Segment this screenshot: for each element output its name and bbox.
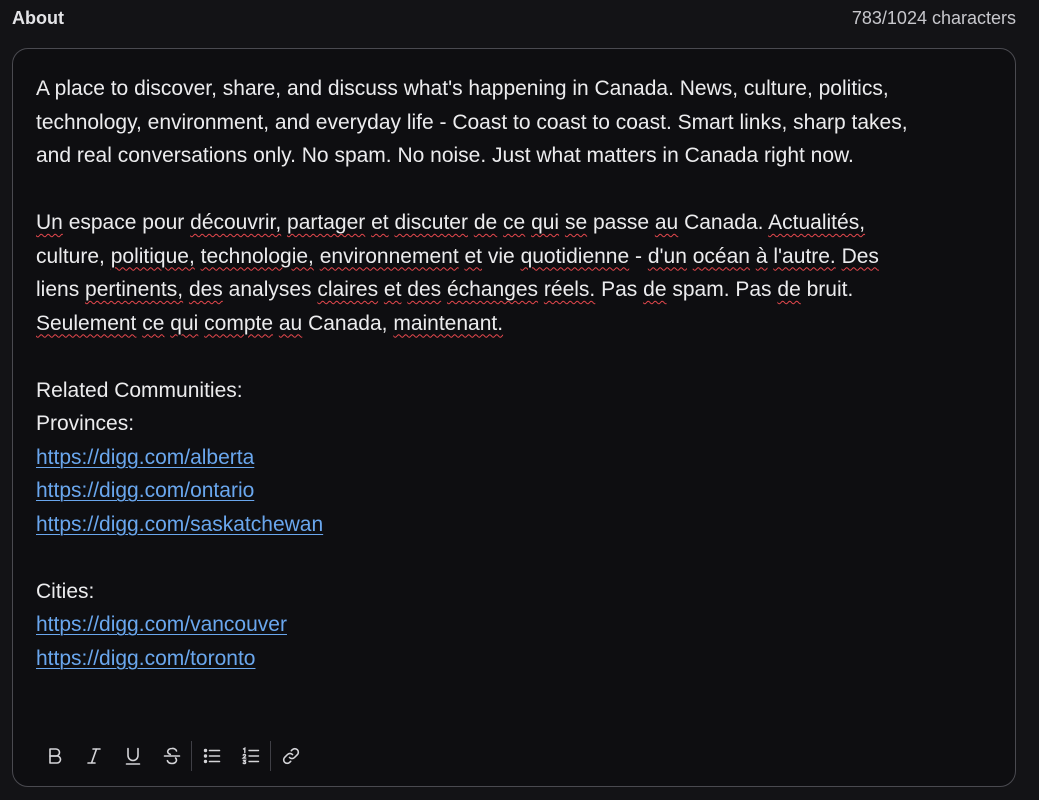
cities-heading: Cities: xyxy=(36,579,95,603)
provinces-heading: Provinces: xyxy=(36,412,135,435)
text-line: culture, politique, technologie, environ… xyxy=(36,240,993,274)
misspelled-word[interactable]: de xyxy=(643,278,666,301)
bullet-list-icon xyxy=(203,748,220,764)
misspelled-word[interactable]: au xyxy=(279,312,302,335)
italic-icon xyxy=(86,748,101,764)
link-button[interactable] xyxy=(271,738,310,774)
misspelled-word[interactable]: ce xyxy=(503,211,525,234)
text-line: technology, environment, and everyday li… xyxy=(36,110,908,134)
misspelled-word[interactable]: Des xyxy=(842,245,879,268)
misspelled-word[interactable]: partager xyxy=(287,211,365,234)
about-header: About 783/1024 characters xyxy=(12,6,1016,30)
word: Pas xyxy=(735,278,772,301)
misspelled-word[interactable]: océan xyxy=(693,245,750,268)
editor-content[interactable]: A place to discover, share, and discuss … xyxy=(36,72,993,675)
misspelled-word[interactable]: à xyxy=(756,245,768,268)
misspelled-word[interactable]: et xyxy=(384,278,402,301)
link-icon xyxy=(282,747,299,765)
english-paragraph: A place to discover, share, and discuss … xyxy=(36,72,993,173)
misspelled-word[interactable]: claires xyxy=(317,278,378,301)
word: - xyxy=(635,244,643,268)
strikethrough-button[interactable] xyxy=(152,738,191,774)
numbered-list-button[interactable] xyxy=(231,738,270,774)
misspelled-word[interactable]: au xyxy=(655,211,678,234)
misspelled-word[interactable]: ce xyxy=(142,312,164,335)
word: bruit. xyxy=(806,278,854,301)
text-line: A place to discover, share, and discuss … xyxy=(36,77,889,100)
character-count: 783/1024 characters xyxy=(851,7,1016,28)
text-line: and real conversations only. No spam. No… xyxy=(36,144,854,167)
word: Canada, xyxy=(308,311,388,335)
misspelled-word[interactable]: Un xyxy=(36,211,63,234)
province-link-saskatchewan[interactable]: https://digg.com/saskatchewan xyxy=(36,513,323,536)
misspelled-word[interactable]: des xyxy=(407,278,441,301)
city-link-toronto[interactable]: https://digg.com/toronto xyxy=(36,647,255,670)
misspelled-word[interactable]: l'autre. xyxy=(773,245,835,268)
misspelled-word[interactable]: se xyxy=(565,211,587,234)
misspelled-word[interactable]: Seulement xyxy=(36,312,136,335)
word: pour xyxy=(142,211,185,234)
word: liens xyxy=(36,278,80,301)
strikethrough-icon xyxy=(163,747,180,765)
misspelled-word[interactable]: politique, xyxy=(111,245,195,268)
about-editor[interactable]: A place to discover, share, and discuss … xyxy=(12,48,1016,787)
misspelled-word[interactable]: quotidienne xyxy=(521,245,630,268)
french-paragraph: Un espace pour découvrir, partager et di… xyxy=(36,206,993,340)
misspelled-word[interactable]: et xyxy=(465,245,483,268)
misspelled-word[interactable]: technologie, xyxy=(201,245,314,268)
misspelled-word[interactable]: maintenant. xyxy=(393,312,503,335)
related-heading: Related Communities: xyxy=(36,378,243,402)
misspelled-word[interactable]: pertinents, xyxy=(85,278,183,301)
misspelled-word[interactable]: Actualités, xyxy=(768,211,865,234)
misspelled-word[interactable]: réels. xyxy=(544,278,595,301)
word: vie xyxy=(487,244,515,268)
text-line: liens pertinents, des analyses claires e… xyxy=(36,273,993,307)
misspelled-word[interactable]: discuter xyxy=(394,211,468,234)
province-link-alberta[interactable]: https://digg.com/alberta xyxy=(36,446,254,469)
formatting-toolbar xyxy=(35,738,310,774)
word: culture, xyxy=(36,244,105,268)
text-line: Un espace pour découvrir, partager et di… xyxy=(36,206,993,240)
word: spam. xyxy=(672,278,730,301)
numbered-list-icon xyxy=(241,746,259,765)
underline-button[interactable] xyxy=(113,738,152,774)
misspelled-word[interactable]: de xyxy=(474,211,497,234)
about-label: About xyxy=(12,7,64,28)
bold-button[interactable] xyxy=(35,738,74,774)
misspelled-word[interactable]: qui xyxy=(531,211,559,234)
bullet-list-button[interactable] xyxy=(192,738,231,774)
misspelled-word[interactable]: échanges xyxy=(447,278,538,301)
word: analyses xyxy=(228,278,312,301)
underline-icon xyxy=(125,747,140,765)
misspelled-word[interactable]: et xyxy=(371,211,389,234)
misspelled-word[interactable]: compte xyxy=(204,312,273,335)
misspelled-word[interactable]: découvrir, xyxy=(190,211,281,234)
misspelled-word[interactable]: qui xyxy=(170,312,198,335)
word: Pas xyxy=(601,278,638,301)
bold-icon xyxy=(48,748,61,764)
misspelled-word[interactable]: des xyxy=(189,278,223,301)
italic-button[interactable] xyxy=(74,738,113,774)
misspelled-word[interactable]: d'un xyxy=(648,245,687,268)
city-link-vancouver[interactable]: https://digg.com/vancouver xyxy=(36,613,287,636)
misspelled-word[interactable]: environnement xyxy=(320,245,459,268)
text-line: Seulement ce qui compte au Canada, maint… xyxy=(36,307,993,341)
word: espace xyxy=(68,211,137,234)
province-link-ontario[interactable]: https://digg.com/ontario xyxy=(36,479,254,502)
word: passe xyxy=(592,211,650,234)
word: Canada. xyxy=(684,211,764,234)
misspelled-word[interactable]: de xyxy=(777,278,800,301)
